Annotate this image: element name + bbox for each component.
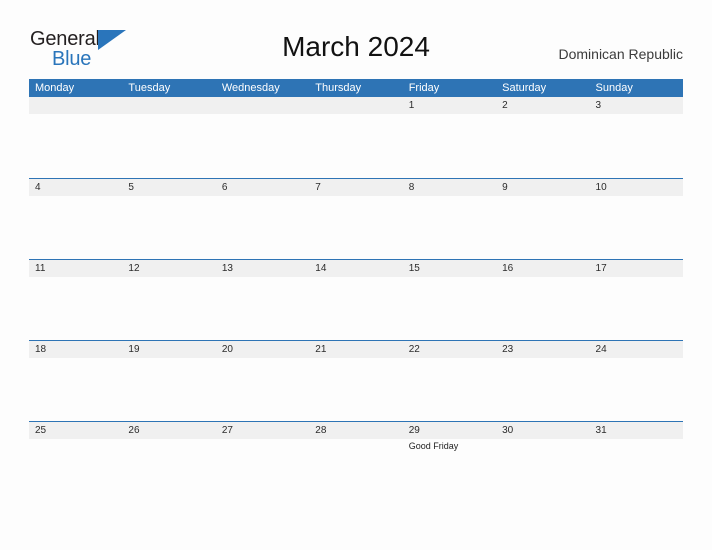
day-cell[interactable]: 30 (496, 422, 589, 502)
day-number: 21 (315, 344, 327, 355)
day-cell[interactable]: 29 Good Friday (403, 422, 496, 502)
weekday-header-wednesday: Wednesday (221, 82, 280, 94)
week-row: 4 5 6 7 8 9 10 (29, 178, 683, 259)
day-cell[interactable]: 26 (122, 422, 215, 502)
day-cell[interactable]: 31 (590, 422, 683, 502)
day-number: 12 (128, 263, 140, 274)
day-cell[interactable]: 16 (496, 260, 589, 340)
day-number (222, 97, 309, 114)
day-number: 1 (408, 100, 415, 111)
day-number: 19 (128, 344, 140, 355)
day-number: 2 (502, 100, 508, 111)
day-number: 3 (595, 100, 602, 111)
day-cell[interactable]: 2 (496, 97, 589, 178)
week-row: 18 19 20 21 22 23 24 (29, 340, 683, 421)
week-row: 1 2 3 (29, 97, 683, 178)
day-number: 29 (408, 425, 420, 436)
day-number: 23 (502, 344, 514, 355)
day-cell[interactable] (216, 97, 309, 178)
day-cell[interactable]: 3 (590, 97, 683, 178)
day-number: 20 (221, 344, 233, 355)
day-number: 8 (408, 182, 415, 193)
weekday-header-monday: Monday (35, 82, 75, 94)
day-cell[interactable]: 24 (590, 341, 683, 421)
page-header: General Blue March 2024 Dominican Republ… (0, 0, 712, 76)
day-cell[interactable]: 22 (403, 341, 496, 421)
day-cell[interactable]: 25 (29, 422, 122, 502)
day-number: 31 (595, 425, 607, 436)
day-number: 24 (595, 344, 607, 355)
day-cell[interactable]: 6 (216, 179, 309, 259)
week-row: 11 12 13 14 15 16 17 (29, 259, 683, 340)
day-cell[interactable]: 11 (29, 260, 122, 340)
day-cell[interactable]: 5 (122, 179, 215, 259)
day-cell[interactable]: 19 (122, 341, 215, 421)
day-cell[interactable]: 21 (309, 341, 402, 421)
day-number: 5 (128, 182, 134, 193)
weekday-header-saturday: Saturday (502, 82, 547, 94)
day-cell[interactable] (29, 97, 122, 178)
day-number: 7 (315, 182, 321, 193)
day-cell[interactable]: 12 (122, 260, 215, 340)
day-number: 16 (502, 263, 514, 274)
weekday-header-thursday: Thursday (315, 82, 362, 94)
weekday-header-tuesday: Tuesday (128, 82, 171, 94)
day-number: 4 (35, 182, 41, 193)
day-cell[interactable]: 18 (29, 341, 122, 421)
day-number (128, 97, 215, 114)
day-number: 27 (221, 425, 233, 436)
day-number: 13 (221, 263, 233, 274)
day-cell[interactable]: 14 (309, 260, 402, 340)
day-number: 9 (502, 182, 508, 193)
day-number: 10 (595, 182, 607, 193)
day-cell[interactable] (122, 97, 215, 178)
day-cell[interactable]: 28 (309, 422, 402, 502)
week-row: 25 26 27 28 29 Good Friday 30 31 (29, 421, 683, 502)
day-cell[interactable]: 1 (403, 97, 496, 178)
day-number: 14 (315, 263, 327, 274)
day-number: 6 (221, 182, 228, 193)
day-number: 26 (128, 425, 140, 436)
day-cell[interactable]: 23 (496, 341, 589, 421)
country-label: Dominican Republic (558, 46, 683, 62)
day-number (315, 97, 402, 114)
calendar-page: General Blue March 2024 Dominican Republ… (0, 0, 712, 550)
day-cell[interactable]: 4 (29, 179, 122, 259)
day-number: 22 (408, 344, 420, 355)
calendar-grid: Monday Tuesday Wednesday Thursday Friday… (29, 79, 683, 502)
day-cell[interactable]: 13 (216, 260, 309, 340)
day-cell[interactable]: 9 (496, 179, 589, 259)
day-number: 30 (502, 425, 514, 436)
day-number: 25 (35, 425, 47, 436)
day-cell[interactable]: 17 (590, 260, 683, 340)
day-cell[interactable]: 20 (216, 341, 309, 421)
weekday-header-row: Monday Tuesday Wednesday Thursday Friday… (29, 79, 683, 97)
day-cell[interactable] (309, 97, 402, 178)
day-number: 15 (408, 263, 420, 274)
day-number: 18 (35, 344, 47, 355)
day-cell[interactable]: 15 (403, 260, 496, 340)
day-cell[interactable]: 7 (309, 179, 402, 259)
weekday-header-friday: Friday (408, 82, 440, 94)
day-cell[interactable]: 8 (403, 179, 496, 259)
day-number: 11 (35, 263, 46, 274)
day-number: 28 (315, 425, 327, 436)
day-cell[interactable]: 27 (216, 422, 309, 502)
weekday-header-sunday: Sunday (595, 82, 633, 94)
day-cell[interactable]: 10 (590, 179, 683, 259)
day-number: 17 (595, 263, 607, 274)
holiday-label: Good Friday (408, 441, 459, 451)
day-number (35, 97, 122, 114)
